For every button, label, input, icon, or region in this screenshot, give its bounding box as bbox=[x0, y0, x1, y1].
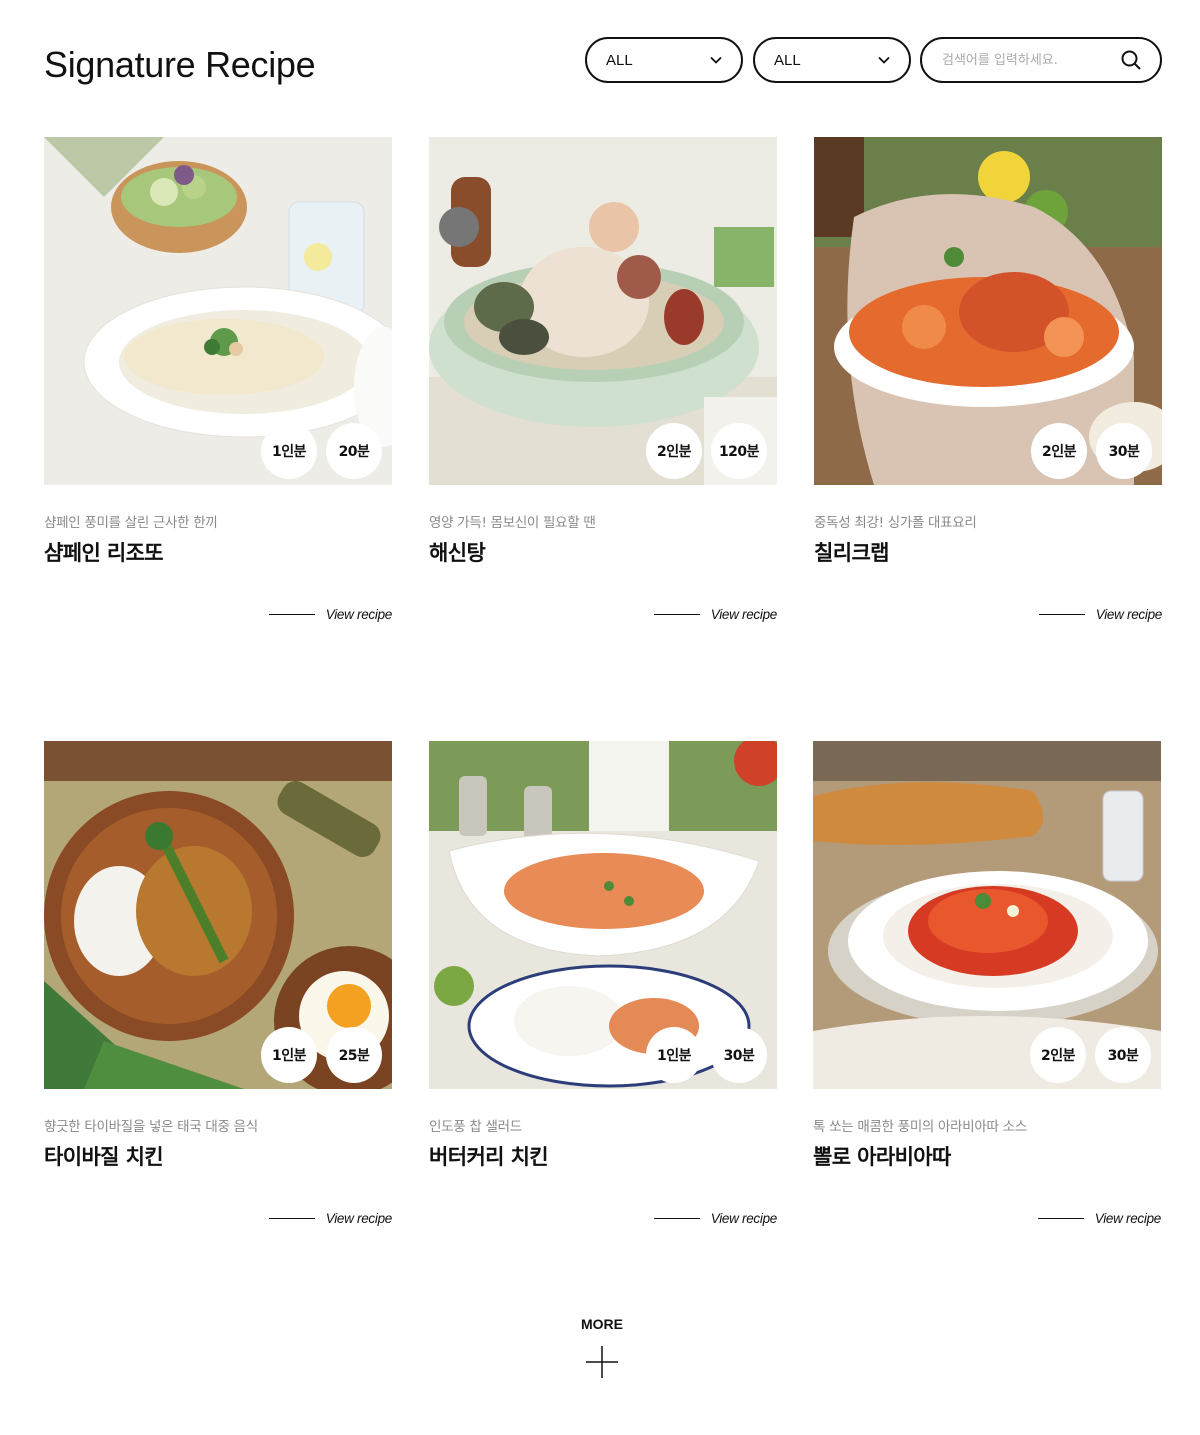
recipe-title[interactable]: 샴페인 리조또 bbox=[44, 537, 164, 567]
search-box bbox=[920, 37, 1162, 83]
recipe-card: 1인분 25분 향긋한 타이바질을 넣은 태국 대중 음식 타이바질 치킨 Vi… bbox=[44, 741, 392, 1226]
search-icon[interactable] bbox=[1120, 49, 1142, 71]
recipe-subtitle: 인도풍 찹 샐러드 bbox=[429, 1119, 522, 1135]
recipe-thumbnail[interactable]: 2인분 30분 bbox=[814, 137, 1162, 485]
page-title: Signature Recipe bbox=[44, 44, 316, 85]
time-badge: 20분 bbox=[326, 423, 382, 479]
category-select[interactable]: ALL bbox=[585, 37, 743, 83]
more-button[interactable]: MORE bbox=[560, 1316, 644, 1388]
recipe-card: 2인분 30분 중독성 최강! 싱가폴 대표요리 칠리크랩 View recip… bbox=[814, 137, 1162, 622]
recipe-thumbnail[interactable]: 2인분 120분 bbox=[429, 137, 777, 485]
view-recipe-link[interactable]: View recipe bbox=[268, 607, 393, 622]
view-recipe-label: View recipe bbox=[710, 607, 778, 622]
servings-badge: 1인분 bbox=[261, 423, 317, 479]
view-recipe-label: View recipe bbox=[710, 1211, 778, 1226]
recipe-title[interactable]: 타이바질 치킨 bbox=[44, 1141, 164, 1171]
divider-line bbox=[1038, 614, 1085, 615]
plus-icon bbox=[586, 1346, 618, 1378]
view-recipe-label: View recipe bbox=[1094, 1211, 1162, 1226]
recipe-subtitle: 톡 쏘는 매콤한 풍미의 아라비아따 소스 bbox=[813, 1119, 1027, 1135]
recipe-title[interactable]: 해신탕 bbox=[429, 537, 486, 567]
category-select-value: ALL bbox=[606, 51, 633, 69]
time-badge: 30분 bbox=[1095, 1027, 1151, 1083]
recipe-subtitle: 중독성 최강! 싱가폴 대표요리 bbox=[814, 515, 977, 531]
view-recipe-link[interactable]: View recipe bbox=[1038, 607, 1163, 622]
servings-badge: 2인분 bbox=[1030, 1027, 1086, 1083]
recipe-title[interactable]: 버터커리 치킨 bbox=[429, 1141, 549, 1171]
type-select-value: ALL bbox=[774, 51, 801, 69]
servings-badge: 2인분 bbox=[1031, 423, 1087, 479]
recipe-subtitle: 향긋한 타이바질을 넣은 태국 대중 음식 bbox=[44, 1119, 258, 1135]
recipe-title[interactable]: 칠리크랩 bbox=[814, 537, 889, 567]
divider-line bbox=[1037, 1218, 1084, 1219]
search-input[interactable] bbox=[942, 52, 1120, 68]
more-label: MORE bbox=[581, 1316, 623, 1332]
recipe-card: 1인분 30분 인도풍 찹 샐러드 버터커리 치킨 View recipe bbox=[429, 741, 777, 1226]
recipe-card: 1인분 20분 샴페인 풍미를 살린 근사한 한끼 샴페인 리조또 View r… bbox=[44, 137, 392, 622]
view-recipe-link[interactable]: View recipe bbox=[653, 1211, 778, 1226]
recipe-thumbnail[interactable]: 1인분 30분 bbox=[429, 741, 777, 1089]
recipe-thumbnail[interactable]: 1인분 25분 bbox=[44, 741, 392, 1089]
view-recipe-label: View recipe bbox=[325, 607, 393, 622]
time-badge: 25분 bbox=[326, 1027, 382, 1083]
divider-line bbox=[268, 1218, 315, 1219]
view-recipe-label: View recipe bbox=[1095, 607, 1163, 622]
recipe-thumbnail[interactable]: 1인분 20분 bbox=[44, 137, 392, 485]
recipe-title[interactable]: 뽈로 아라비아따 bbox=[813, 1141, 951, 1171]
recipe-card: 2인분 120분 영양 가득! 몸보신이 필요할 땐 해신탕 View reci… bbox=[429, 137, 777, 622]
servings-badge: 1인분 bbox=[646, 1027, 702, 1083]
recipe-card: 2인분 30분 톡 쏘는 매콤한 풍미의 아라비아따 소스 뽈로 아라비아따 V… bbox=[813, 741, 1161, 1226]
divider-line bbox=[653, 1218, 700, 1219]
view-recipe-link[interactable]: View recipe bbox=[268, 1211, 393, 1226]
view-recipe-link[interactable]: View recipe bbox=[653, 607, 778, 622]
chevron-down-icon bbox=[878, 56, 890, 64]
view-recipe-link[interactable]: View recipe bbox=[1037, 1211, 1162, 1226]
time-badge: 120분 bbox=[711, 423, 767, 479]
servings-badge: 2인분 bbox=[646, 423, 702, 479]
view-recipe-label: View recipe bbox=[325, 1211, 393, 1226]
recipe-subtitle: 샴페인 풍미를 살린 근사한 한끼 bbox=[44, 515, 218, 531]
recipe-thumbnail[interactable]: 2인분 30분 bbox=[813, 741, 1161, 1089]
divider-line bbox=[653, 614, 700, 615]
type-select[interactable]: ALL bbox=[753, 37, 911, 83]
time-badge: 30분 bbox=[711, 1027, 767, 1083]
servings-badge: 1인분 bbox=[261, 1027, 317, 1083]
divider-line bbox=[268, 614, 315, 615]
time-badge: 30분 bbox=[1096, 423, 1152, 479]
chevron-down-icon bbox=[710, 56, 722, 64]
recipe-subtitle: 영양 가득! 몸보신이 필요할 땐 bbox=[429, 515, 596, 531]
